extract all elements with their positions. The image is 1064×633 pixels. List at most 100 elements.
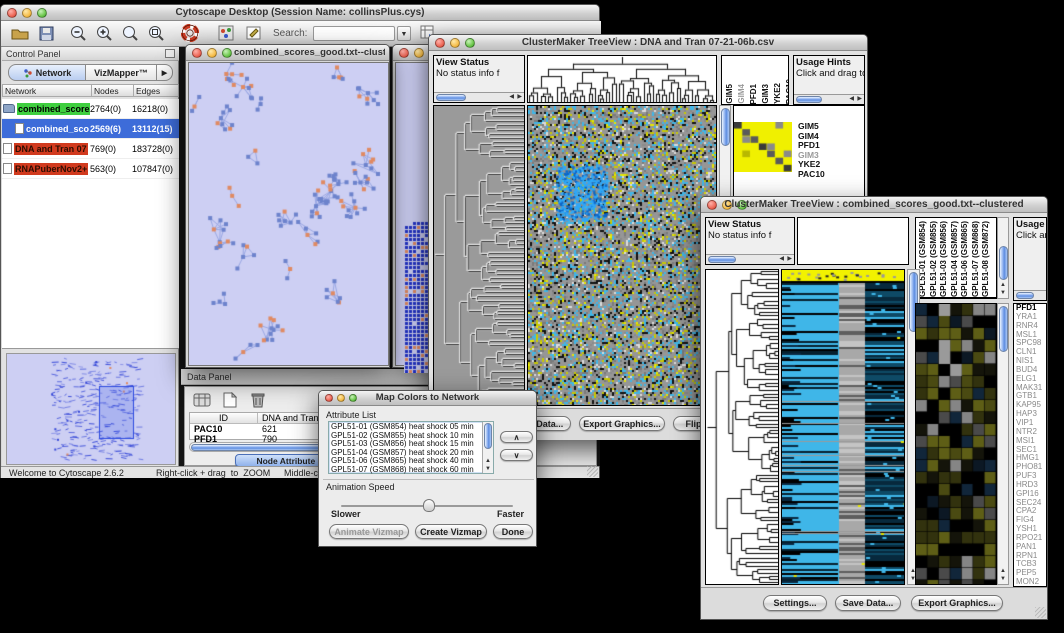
network-row-dna-tran[interactable]: DNA and Tran 07 769(0) 183728(0): [2, 139, 179, 159]
annotation-icon[interactable]: [243, 23, 265, 43]
float-panel-icon[interactable]: [165, 49, 175, 58]
treeview2-title: ClusterMaker TreeView : combined_scores_…: [701, 199, 1047, 210]
close-icon[interactable]: [399, 48, 409, 58]
zoom-selected-icon[interactable]: [145, 23, 167, 43]
treeview2-usage-hints: Usage Hints Click and drag to: [1013, 217, 1047, 301]
network-row-selected[interactable]: combined_sco 2569(6) 13112(15): [2, 119, 179, 139]
hscrollbar[interactable]: ◀ ▶: [434, 92, 524, 102]
scroll-up-icon: ▲: [485, 459, 491, 464]
attribute-list[interactable]: GPL51-01 (GSM854) heat shock 05 minGPL51…: [328, 421, 494, 474]
treeview1-heatmap[interactable]: [527, 105, 717, 406]
col-nodes[interactable]: Nodes: [92, 84, 134, 97]
help-lifering-icon[interactable]: [179, 23, 201, 43]
tab-overflow-button[interactable]: ▶: [157, 64, 173, 81]
treeview2-column-labels: GPL51-01 (GSM854)GPL51-02 (GSM855)GPL51-…: [915, 217, 997, 299]
slider-thumb[interactable]: [423, 499, 435, 512]
close-icon[interactable]: [192, 48, 202, 58]
scroll-down-icon: ▼: [1000, 577, 1006, 582]
selected-submatrix[interactable]: [734, 122, 792, 172]
network-canvas[interactable]: [189, 63, 388, 365]
animate-vizmap-button[interactable]: Animate Vizmap: [329, 524, 409, 539]
network-row-rnapuber[interactable]: RNAPuberNov2+ 563(0) 107847(0): [2, 159, 179, 179]
treeview2-zoom-heatmap[interactable]: [915, 303, 997, 585]
hscrollbar[interactable]: ◀ ▶: [794, 94, 864, 104]
column-label: PAC10: [785, 79, 789, 104]
zoom-window-icon[interactable]: [222, 48, 232, 58]
scroll-right-icon: ▶: [857, 97, 862, 102]
treeview1-column-labels: GIM5GIM4PFD1GIM3YKE2PAC10: [721, 55, 789, 105]
settings-button[interactable]: Settings...: [763, 595, 827, 611]
scroll-left-icon: ◀: [849, 97, 854, 102]
attribute-list-item[interactable]: GPL51-07 (GSM868) heat shock 60 min: [331, 466, 475, 475]
tab-network[interactable]: Network: [8, 64, 86, 81]
column-label: GPL51-03 (GSM856): [939, 221, 950, 297]
column-label: GIM4: [737, 84, 747, 104]
minimize-icon[interactable]: [207, 48, 217, 58]
scroll-right-icon: ▶: [787, 257, 792, 262]
list-vscrollbar[interactable]: ▲ ▼: [482, 422, 493, 473]
network-view-icon[interactable]: [215, 23, 237, 43]
network-tab-icon: [23, 68, 33, 78]
export-graphics-button[interactable]: Export Graphics...: [579, 416, 665, 431]
gene-label: MON2: [1016, 578, 1046, 587]
treeview1-usage-hints: Usage Hints Click and drag to ◀ ▶: [793, 55, 865, 105]
network-window-1[interactable]: combined_scores_good.txt--cluste...: [185, 44, 390, 368]
search-input[interactable]: [313, 26, 395, 41]
resize-grip[interactable]: [1035, 607, 1046, 618]
col-edges[interactable]: Edges: [134, 84, 179, 97]
scroll-down-icon: ▼: [485, 467, 491, 472]
move-up-button[interactable]: ∧: [500, 431, 533, 443]
control-panel-tabs: Network VizMapper™ ▶: [8, 64, 173, 81]
treeview2-row-dendrogram[interactable]: [705, 269, 779, 585]
column-label: YKE2: [773, 83, 783, 104]
treeview1-row-labels: GIM5GIM4PFD1GIM3YKE2PAC10: [798, 122, 825, 179]
save-icon[interactable]: [35, 23, 57, 43]
treeview1-column-dendrogram[interactable]: [527, 55, 717, 103]
treeview1-row-dendrogram[interactable]: [433, 105, 525, 406]
column-label: GIM3: [761, 84, 771, 104]
column-label: GPL51-07 (GSM868): [971, 221, 982, 297]
animation-slider[interactable]: [341, 499, 513, 513]
search-dropdown-button[interactable]: ▼: [397, 26, 411, 41]
column-label: GPL51-02 (GSM855): [929, 221, 940, 297]
attribute-select-icon[interactable]: [191, 390, 213, 410]
zoom-fit-icon[interactable]: [119, 23, 141, 43]
data-panel-title: Data Panel: [187, 372, 232, 382]
treeview2-collabel-vscrollbar[interactable]: ▲ ▼: [997, 217, 1009, 299]
delete-attribute-icon[interactable]: [247, 390, 269, 410]
hscrollbar[interactable]: ◀ ▶: [706, 254, 794, 264]
scroll-left-icon: ◀: [509, 95, 514, 100]
overview-canvas[interactable]: [7, 354, 175, 464]
treeview2-column-dendrogram[interactable]: [797, 217, 909, 265]
main-titlebar[interactable]: Cytoscape Desktop (Session Name: collins…: [1, 5, 599, 21]
scroll-left-icon: ◀: [779, 257, 784, 262]
open-file-icon[interactable]: [9, 23, 31, 43]
map-colors-dialog[interactable]: Map Colors to Network Attribute List GPL…: [318, 390, 537, 547]
treeview1-view-status: View Status No status info f ◀ ▶: [433, 55, 525, 103]
tab-vizmapper[interactable]: VizMapper™: [86, 64, 157, 81]
search-label: Search:: [273, 28, 307, 39]
resize-grip[interactable]: [587, 466, 598, 477]
minimize-icon[interactable]: [414, 48, 424, 58]
done-button[interactable]: Done: [493, 524, 533, 539]
chevron-right-icon: ▶: [162, 69, 167, 77]
save-data-button[interactable]: Save Data...: [835, 595, 901, 611]
new-attribute-icon[interactable]: [219, 390, 241, 410]
hscrollbar[interactable]: [1014, 290, 1046, 300]
scroll-right-icon: ▶: [517, 95, 522, 100]
treeview2-window[interactable]: ClusterMaker TreeView : combined_scores_…: [700, 196, 1048, 620]
move-down-button[interactable]: ∨: [500, 449, 533, 461]
network-overview[interactable]: [6, 353, 176, 465]
export-graphics-button[interactable]: Export Graphics...: [911, 595, 1003, 611]
zoom-out-icon[interactable]: [67, 23, 89, 43]
table-col-id[interactable]: ID: [190, 413, 258, 423]
treeview2-heatmap[interactable]: [781, 269, 905, 585]
zoom-in-icon[interactable]: [93, 23, 115, 43]
treeview2-zoom-vscrollbar[interactable]: ▲ ▼: [997, 303, 1009, 585]
create-vizmap-button[interactable]: Create Vizmap: [415, 524, 487, 539]
network-row-combined-scores[interactable]: combined_scores_ 2764(0) 16218(0): [2, 99, 179, 119]
column-label: GPL51-08 (GSM872): [981, 221, 992, 297]
col-network[interactable]: Network: [2, 84, 92, 97]
treeview1-title: ClusterMaker TreeView : DNA and Tran 07-…: [429, 37, 867, 48]
status-zoom-hint: Right-click + drag to ZOOM: [156, 468, 270, 478]
